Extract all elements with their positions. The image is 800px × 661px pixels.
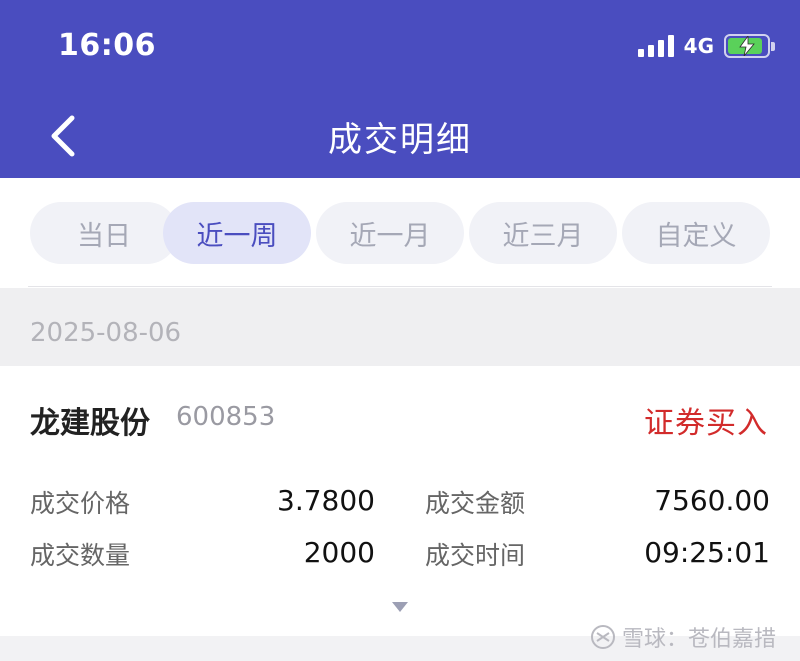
trade-detail-screen: 16:06 4G 成交明细 当日 近一周 近一月 近三月 自定义 2025-08…	[0, 0, 800, 661]
snowball-logo-icon	[590, 625, 615, 649]
battery-icon	[724, 34, 775, 58]
price-label: 成交价格	[30, 489, 131, 518]
expand-button[interactable]	[391, 598, 409, 617]
trade-type: 证券买入	[644, 406, 768, 441]
trade-date: 2025-08-06	[30, 318, 182, 348]
amount-label: 成交金额	[425, 489, 526, 518]
app-header: 16:06 4G 成交明细	[0, 0, 800, 178]
status-indicators: 4G	[637, 34, 775, 58]
signal-icon	[637, 35, 674, 57]
quantity-label: 成交数量	[30, 541, 131, 570]
watermark-text: 雪球：苍伯嘉措	[621, 627, 776, 652]
date-group-header: 2025-08-06	[0, 288, 800, 366]
time-label: 成交时间	[425, 541, 526, 570]
page-title: 成交明细	[328, 120, 472, 160]
stock-code: 600853	[176, 402, 276, 432]
tab-week[interactable]: 近一周	[163, 202, 311, 264]
watermark: 雪球：苍伯嘉措	[590, 621, 776, 653]
time-value: 09:25:01	[644, 536, 770, 569]
quantity-value: 2000	[303, 536, 375, 569]
tab-today[interactable]: 当日	[30, 202, 178, 264]
amount-value: 7560.00	[654, 484, 770, 517]
status-time: 16:06	[58, 28, 156, 63]
price-value: 3.7800	[277, 484, 375, 517]
stock-name: 龙建股份	[30, 406, 150, 441]
tab-month[interactable]: 近一月	[316, 202, 464, 264]
divider	[28, 286, 772, 287]
trade-record-card[interactable]: 龙建股份 600853 证券买入 成交价格 3.7800 成交金额 7560.0…	[0, 366, 800, 636]
tab-custom[interactable]: 自定义	[622, 202, 770, 264]
tab-three-months[interactable]: 近三月	[469, 202, 617, 264]
date-filter-bar: 当日 近一周 近一月 近三月 自定义	[0, 178, 800, 288]
triangle-down-icon	[392, 602, 408, 612]
network-type: 4G	[683, 34, 714, 58]
